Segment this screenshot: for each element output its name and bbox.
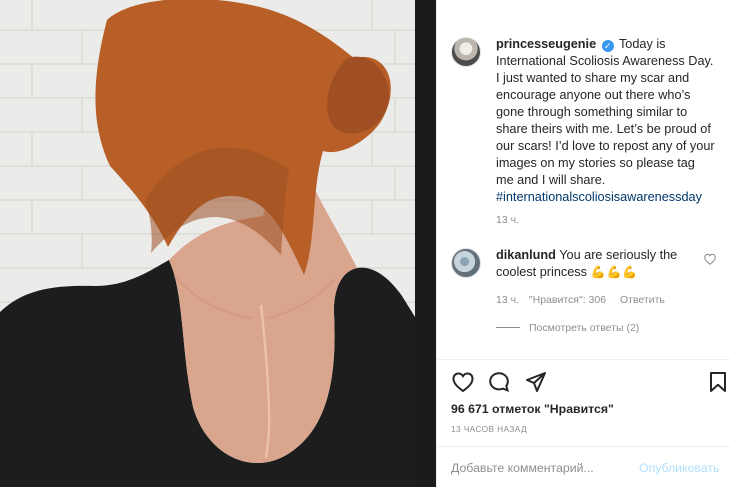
view-replies-button[interactable]: Посмотреть ответы (2) (496, 322, 639, 334)
post-time[interactable]: 13 ч. (496, 214, 519, 226)
replies-line (496, 327, 520, 328)
actions-top-divider (437, 359, 730, 360)
comment-reply-button[interactable]: Ответить (620, 294, 665, 306)
caption-hashtag-link[interactable]: #internationalscoliosisawarenessday (496, 190, 702, 204)
send-icon[interactable] (524, 370, 548, 394)
small-heart-icon[interactable] (703, 252, 717, 266)
post-details-panel: princesseugenie ✓ Today is International… (436, 0, 730, 487)
publish-comment-button[interactable]: Опубликовать (639, 461, 719, 475)
post-posted-time[interactable]: 13 часов назад (451, 424, 527, 434)
post-photo[interactable] (0, 0, 436, 487)
photo-illustration (0, 0, 436, 487)
post-author-username[interactable]: princesseugenie (496, 37, 596, 51)
bookmark-icon[interactable] (706, 370, 730, 394)
comment-likes-count[interactable]: "Нравится": 306 (529, 294, 606, 306)
comment-author-avatar[interactable] (451, 248, 481, 278)
comment-icon[interactable] (487, 370, 511, 394)
comment-text-block: dikanlund You are seriously the coolest … (496, 247, 701, 281)
comment-meta: 13 ч. "Нравится": 306 Ответить (496, 294, 676, 306)
verified-badge-icon: ✓ (601, 40, 614, 52)
photo-right-shadow (415, 0, 436, 487)
post-caption-text: Today is International Scoliosis Awarene… (496, 37, 715, 187)
heart-icon[interactable] (451, 370, 475, 394)
comment-input[interactable]: Добавьте комментарий... (451, 461, 594, 475)
comment-time[interactable]: 13 ч. (496, 294, 519, 306)
post-action-bar (451, 370, 726, 394)
post-like-count[interactable]: 96 671 отметок "Нравится" (451, 402, 614, 416)
view-replies-label[interactable]: Посмотреть ответы (2) (529, 322, 639, 334)
comment-author-username[interactable]: dikanlund (496, 248, 556, 262)
post-caption: princesseugenie ✓ Today is International… (496, 36, 716, 206)
post-author-avatar[interactable] (451, 37, 481, 67)
composer-divider (437, 446, 730, 447)
comment-emoji: 💪💪💪 (590, 265, 639, 279)
